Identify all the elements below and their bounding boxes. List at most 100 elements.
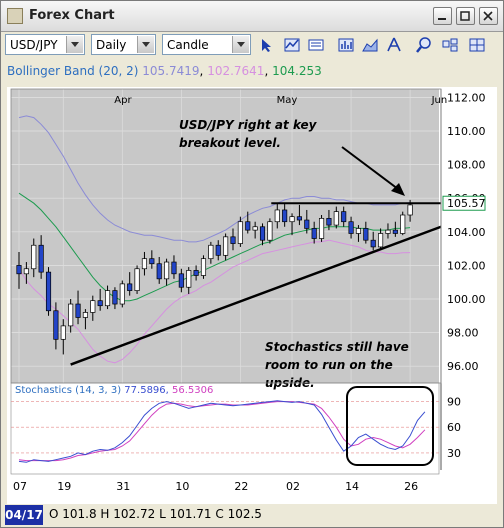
cursor-tool-button[interactable] [258, 36, 276, 54]
month-label: May [277, 95, 298, 106]
chevron-down-icon[interactable] [66, 36, 83, 53]
candle [252, 226, 258, 231]
candle [178, 273, 184, 288]
bollinger-upper-value: 105.7419 [142, 64, 200, 78]
candle [223, 236, 229, 256]
stochastics-tick-label: 90 [447, 396, 461, 409]
stochastics-name: Stochastics (14, 3, 3) [15, 385, 124, 396]
stochastics-k-value: 77.5896, [124, 385, 172, 396]
candle [333, 211, 339, 226]
candle [164, 261, 170, 280]
candle [90, 300, 96, 313]
price-chart[interactable]: 96.0098.00100.00102.00104.00106.00108.00… [7, 87, 497, 505]
minimize-icon [438, 18, 446, 20]
area-chart-button[interactable] [361, 36, 379, 54]
x-tick-label: 02 [286, 480, 300, 493]
y-tick-label: 100.00 [447, 293, 486, 306]
line-chart-icon [284, 38, 300, 52]
period-select[interactable]: Daily [91, 34, 156, 55]
x-tick-label: 07 [13, 480, 27, 493]
bollinger-lower-value: 102.7641 [207, 64, 265, 78]
month-label: Apr [114, 95, 132, 106]
maximize-icon [460, 11, 470, 21]
candle [311, 228, 317, 239]
annotation-text-breakout: USD/JPY right at key [179, 118, 318, 132]
candle [82, 312, 88, 318]
status-date: 04/17 [5, 505, 43, 525]
title-bar[interactable]: Forex Chart [1, 1, 503, 32]
chart-area[interactable]: 96.0098.00100.00102.00104.00106.00108.00… [7, 87, 497, 517]
app-icon [7, 8, 23, 24]
area-chart-icon [362, 38, 378, 52]
candle [363, 228, 369, 241]
grid-button[interactable] [468, 36, 486, 54]
window-title: Forex Chart [29, 8, 115, 23]
stochastics-tick-label: 30 [447, 447, 461, 460]
period-value: Daily [96, 38, 127, 52]
draw-button[interactable] [385, 36, 403, 54]
bar-chart-button[interactable] [337, 36, 355, 54]
symbol-value: USD/JPY [10, 38, 58, 52]
annotation-text-breakout: breakout level. [179, 136, 281, 150]
candle [119, 283, 125, 305]
candle [134, 268, 140, 291]
draw-icon [387, 37, 401, 52]
candle [156, 263, 162, 280]
candle [208, 244, 214, 260]
stochastics-tick-label: 60 [447, 421, 461, 434]
minimize-button[interactable] [433, 7, 452, 25]
candle [407, 204, 413, 216]
forex-chart-window: Forex Chart USD/JPY Daily Candle Bolling… [0, 0, 504, 528]
chart-style-select[interactable]: Candle [162, 34, 251, 55]
annotation-text-stochastics: Stochastics still have [265, 340, 409, 354]
symbol-select[interactable]: USD/JPY [5, 34, 85, 55]
candle [282, 209, 288, 223]
close-button[interactable] [479, 7, 498, 25]
candle [68, 303, 74, 327]
candle [318, 218, 325, 239]
y-tick-label: 108.00 [447, 159, 486, 172]
x-tick-label: 22 [234, 480, 248, 493]
candle [75, 303, 81, 318]
y-tick-label: 112.00 [447, 91, 486, 104]
candle [31, 244, 37, 270]
y-tick-label: 110.00 [447, 125, 486, 138]
candle [97, 300, 103, 307]
maximize-button[interactable] [456, 7, 475, 25]
bar-chart-icon [338, 38, 354, 52]
candle [215, 244, 221, 256]
status-bar: 04/17 O 101.8 H 102.72 L 101.71 C 102.5 [1, 504, 503, 527]
candle [186, 270, 192, 288]
month-label: Jun [431, 95, 448, 106]
x-tick-label: 31 [116, 480, 130, 493]
candle [127, 283, 133, 291]
candle [200, 258, 207, 276]
annotation-text-stochastics: room to run on the [265, 358, 393, 372]
indicator-button[interactable] [307, 36, 325, 54]
y-tick-label: 104.00 [447, 226, 486, 239]
settings-icon [442, 38, 458, 52]
candle [296, 216, 302, 221]
price-panel [11, 89, 439, 383]
stochastics-legend: Stochastics (14, 3, 3) 77.5896, 56.5306 [15, 385, 213, 396]
candle [193, 270, 199, 276]
status-ohlc: O 101.8 H 102.72 L 101.71 C 102.5 [49, 507, 262, 521]
chevron-down-icon[interactable] [232, 36, 249, 53]
bollinger-middle-value: 104.253 [272, 64, 322, 78]
candle [171, 261, 177, 275]
candle [392, 229, 398, 234]
indicator-icon [308, 39, 324, 51]
settings-button[interactable] [441, 36, 459, 54]
stochastics-panel [10, 382, 440, 475]
line-chart-button[interactable] [283, 36, 301, 54]
candle [326, 218, 332, 226]
candle [16, 265, 22, 275]
candle [385, 229, 391, 234]
zoom-in-button[interactable] [415, 36, 433, 54]
candle [274, 209, 280, 223]
chart-style-value: Candle [167, 38, 209, 52]
chevron-down-icon[interactable] [137, 36, 154, 53]
candle [304, 219, 310, 229]
candle [45, 271, 52, 312]
candle [104, 290, 111, 307]
